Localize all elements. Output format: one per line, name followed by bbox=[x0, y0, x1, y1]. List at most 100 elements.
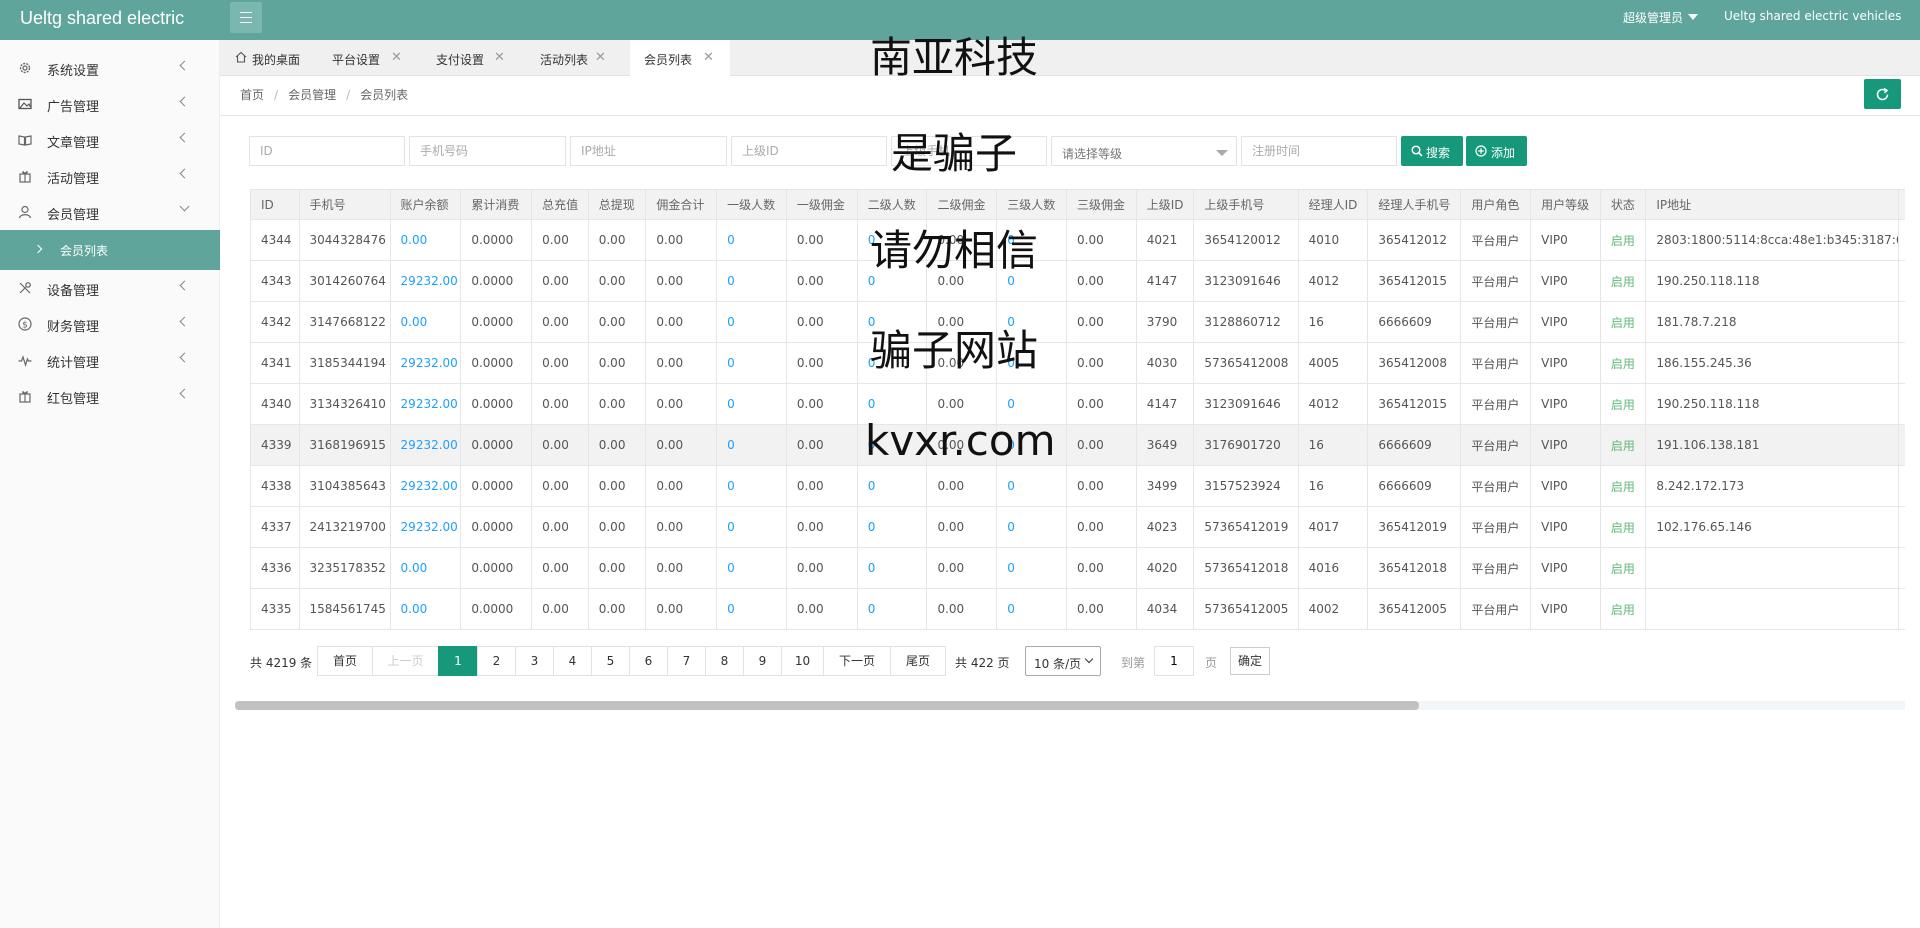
balance-link[interactable]: 0.00 bbox=[389, 588, 462, 630]
sidebar-item-activities[interactable]: 活动管理 bbox=[0, 158, 220, 194]
level1-count-link[interactable]: 0 bbox=[716, 547, 787, 589]
sidebar-item-system[interactable]: 系统设置 bbox=[0, 50, 220, 86]
table-row[interactable]: 4341 3185344194 29232.00 0.0000 0.00 0.00 0.00… bbox=[250, 342, 1905, 384]
close-icon[interactable]: ✕ bbox=[391, 50, 402, 65]
close-icon[interactable]: ✕ bbox=[703, 50, 714, 65]
table-cell: 0.0000 bbox=[460, 301, 533, 343]
breadcrumb-members[interactable]: 会员管理 bbox=[288, 88, 336, 102]
level3-count-link[interactable]: 0 bbox=[996, 465, 1067, 507]
table-row[interactable]: 4344 3044328476 0.00 0.0000 0.00 0.00 0.00 0 0.0… bbox=[250, 219, 1905, 261]
table-cell: 0.00 bbox=[1066, 219, 1137, 261]
level2-count-link[interactable]: 0 bbox=[856, 465, 928, 507]
user-menu[interactable]: 超级管理员 bbox=[1623, 9, 1699, 26]
sidebar-item-redpacket[interactable]: 红包管理 bbox=[0, 378, 220, 414]
add-button[interactable]: 添加 bbox=[1466, 136, 1527, 166]
table-cell: 4337 bbox=[250, 506, 300, 548]
filter-id-input[interactable] bbox=[249, 136, 405, 166]
pager-goto-input[interactable] bbox=[1154, 646, 1194, 676]
level1-count-link[interactable]: 0 bbox=[716, 424, 787, 466]
level2-count-link[interactable]: 0 bbox=[856, 506, 928, 548]
pager-page-4[interactable]: 4 bbox=[553, 646, 592, 676]
gear-icon bbox=[19, 62, 31, 74]
level1-count-link[interactable]: 0 bbox=[716, 301, 787, 343]
sidebar-item-statistics[interactable]: 统计管理 bbox=[0, 342, 220, 378]
level3-count-link[interactable]: 0 bbox=[996, 588, 1067, 630]
filter-phone-input[interactable] bbox=[409, 136, 566, 166]
sidebar-item-articles[interactable]: 文章管理 bbox=[0, 122, 220, 158]
tab-payment-settings[interactable]: 支付设置 ✕ bbox=[414, 40, 518, 76]
sidebar-item-ads[interactable]: 广告管理 bbox=[0, 86, 220, 122]
table-row[interactable]: 4335 1584561745 0.00 0.0000 0.00 0.00 0.00 0 0.0… bbox=[250, 588, 1905, 630]
balance-link[interactable]: 29232.00 bbox=[389, 260, 462, 302]
pager-last[interactable]: 尾页 bbox=[890, 646, 946, 676]
sidebar-item-members[interactable]: 会员管理 bbox=[0, 194, 220, 230]
tab-platform-settings[interactable]: 平台设置 ✕ bbox=[310, 40, 414, 76]
filter-parent-id-input[interactable] bbox=[731, 136, 887, 166]
table-row[interactable]: 4339 3168196915 29232.00 0.0000 0.00 0.00 0.00… bbox=[250, 424, 1905, 466]
app-logo[interactable]: Ueltg shared electric bbox=[20, 8, 184, 29]
balance-link[interactable]: 29232.00 bbox=[389, 383, 462, 425]
pager-first[interactable]: 首页 bbox=[317, 646, 373, 676]
table-cell: 平台用户 bbox=[1460, 260, 1532, 302]
balance-link[interactable]: 29232.00 bbox=[389, 506, 462, 548]
level1-count-link[interactable]: 0 bbox=[716, 588, 787, 630]
tab-member-list[interactable]: 会员列表 ✕ bbox=[630, 40, 730, 76]
pager-confirm-button[interactable]: 确定 bbox=[1230, 647, 1270, 675]
pager-next[interactable]: 下一页 bbox=[823, 646, 891, 676]
pager-page-2[interactable]: 2 bbox=[477, 646, 516, 676]
pager-page-8[interactable]: 8 bbox=[705, 646, 744, 676]
level3-count-link[interactable]: 0 bbox=[996, 547, 1067, 589]
filter-ip-input[interactable] bbox=[570, 136, 727, 166]
table-row[interactable]: 4342 3147668122 0.00 0.0000 0.00 0.00 0.00 0 0.0… bbox=[250, 301, 1905, 343]
brand-right[interactable]: Ueltg shared electric vehicles bbox=[1724, 9, 1901, 23]
table-cell: 0.00 bbox=[785, 506, 858, 548]
pager-page-5[interactable]: 5 bbox=[591, 646, 630, 676]
search-button[interactable]: 搜索 bbox=[1401, 136, 1463, 166]
close-icon[interactable]: ✕ bbox=[595, 50, 606, 65]
balance-link[interactable]: 0.00 bbox=[389, 219, 462, 261]
level1-count-link[interactable]: 0 bbox=[716, 260, 787, 302]
refresh-button[interactable] bbox=[1864, 79, 1901, 109]
pager-page-6[interactable]: 6 bbox=[629, 646, 668, 676]
level2-count-link[interactable]: 0 bbox=[856, 588, 928, 630]
table-row[interactable]: 4338 3104385643 29232.00 0.0000 0.00 0.00 0.00… bbox=[250, 465, 1905, 507]
table-row[interactable]: 4337 2413219700 29232.00 0.0000 0.00 0.00 0.00… bbox=[250, 506, 1905, 548]
breadcrumb-home[interactable]: 首页 bbox=[240, 88, 264, 102]
level-select[interactable]: 请选择等级 bbox=[1051, 136, 1237, 166]
sidebar-item-devices[interactable]: 设备管理 bbox=[0, 270, 220, 306]
filter-reg-time-input[interactable] bbox=[1241, 136, 1397, 166]
table-header-row: ID 手机号 账户余额 累计消费 总充值 总提现 佣金合计 一级人数 一级佣金 二级人数 二级佣金三… bbox=[250, 189, 1905, 220]
per-page-select[interactable]: 10 条/页 bbox=[1025, 646, 1101, 676]
pager-page-10[interactable]: 10 bbox=[781, 646, 824, 676]
pager-page-9[interactable]: 9 bbox=[743, 646, 782, 676]
table-cell: 0.00 bbox=[926, 588, 998, 630]
scrollbar-thumb[interactable] bbox=[235, 701, 1419, 710]
menu-toggle-button[interactable] bbox=[230, 2, 262, 33]
balance-link[interactable]: 29232.00 bbox=[389, 342, 462, 384]
pager-page-3[interactable]: 3 bbox=[515, 646, 554, 676]
pager-page-unit: 页 bbox=[1205, 656, 1218, 670]
table-row[interactable]: 4343 3014260764 29232.00 0.0000 0.00 0.00 0.00… bbox=[250, 260, 1905, 302]
level1-count-link[interactable]: 0 bbox=[716, 219, 787, 261]
balance-link[interactable]: 0.00 bbox=[389, 547, 462, 589]
sidebar-subitem-member-list[interactable]: 会员列表 bbox=[0, 230, 220, 270]
table-cell: 3123091646 bbox=[1193, 383, 1299, 425]
balance-link[interactable]: 29232.00 bbox=[389, 465, 462, 507]
sidebar-item-finance[interactable]: $ 财务管理 bbox=[0, 306, 220, 342]
level1-count-link[interactable]: 0 bbox=[716, 506, 787, 548]
level2-count-link[interactable]: 0 bbox=[856, 547, 928, 589]
balance-link[interactable]: 0.00 bbox=[389, 301, 462, 343]
horizontal-scrollbar[interactable] bbox=[235, 701, 1905, 710]
close-icon[interactable]: ✕ bbox=[494, 50, 505, 65]
balance-link[interactable]: 29232.00 bbox=[389, 424, 462, 466]
pager-page-1[interactable]: 1 bbox=[438, 646, 478, 676]
level3-count-link[interactable]: 0 bbox=[996, 506, 1067, 548]
tab-home[interactable]: 我的桌面 bbox=[220, 40, 310, 76]
table-row[interactable]: 4340 3134326410 29232.00 0.0000 0.00 0.00 0.00… bbox=[250, 383, 1905, 425]
level1-count-link[interactable]: 0 bbox=[716, 342, 787, 384]
table-row[interactable]: 4336 3235178352 0.00 0.0000 0.00 0.00 0.00 0 0.0… bbox=[250, 547, 1905, 589]
tab-activity-list[interactable]: 活动列表 ✕ bbox=[518, 40, 622, 76]
pager-page-7[interactable]: 7 bbox=[667, 646, 706, 676]
level1-count-link[interactable]: 0 bbox=[716, 383, 787, 425]
level1-count-link[interactable]: 0 bbox=[716, 465, 787, 507]
